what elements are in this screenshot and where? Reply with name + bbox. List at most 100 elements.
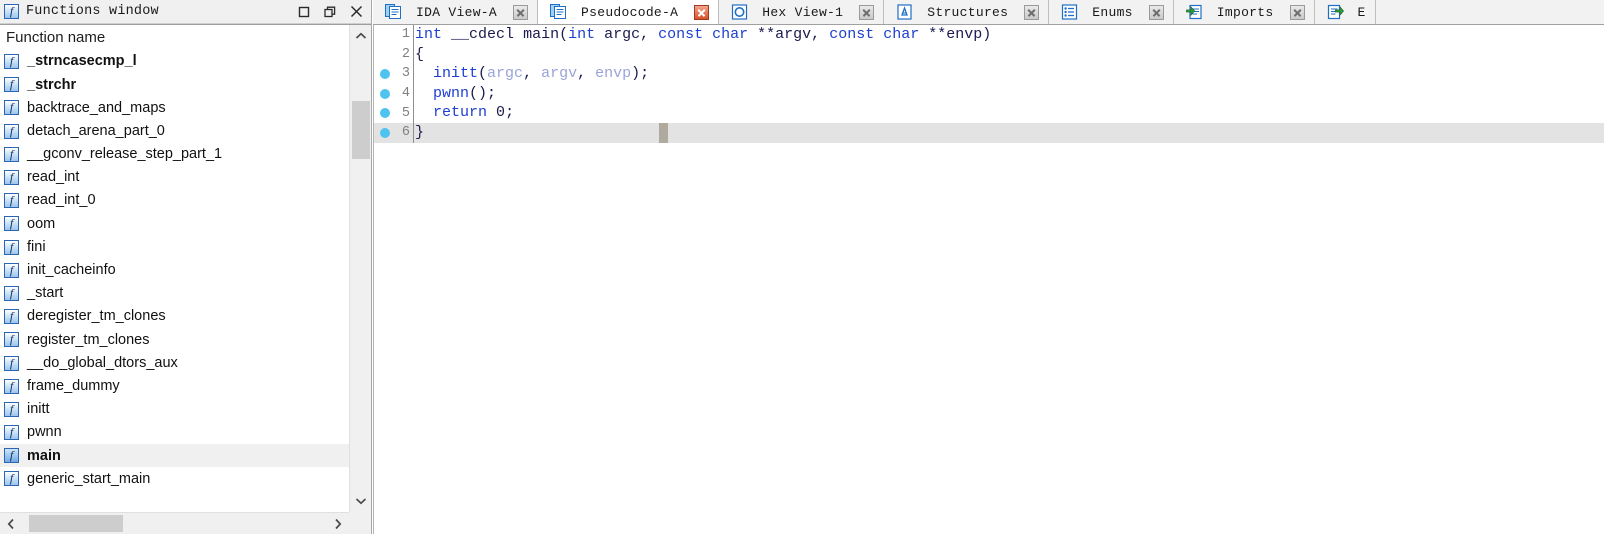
line-gutter[interactable]: 1 bbox=[374, 25, 413, 45]
function-name-label: read_int_0 bbox=[27, 192, 96, 209]
function-list-item[interactable]: f _strchr bbox=[0, 73, 349, 96]
scroll-down-button[interactable] bbox=[350, 490, 372, 512]
function-list-item[interactable]: f backtrace_and_maps bbox=[0, 96, 349, 119]
view-tab[interactable]: IDA View-A bbox=[373, 0, 539, 24]
code-token: int bbox=[415, 26, 443, 43]
function-list-item[interactable]: f __gconv_release_step_part_1 bbox=[0, 143, 349, 166]
functions-window: f Functions window Function name f _strn… bbox=[0, 0, 372, 534]
function-f-icon: f bbox=[4, 54, 20, 70]
code-token: pwnn bbox=[433, 84, 470, 102]
scroll-right-button[interactable] bbox=[327, 513, 349, 534]
function-list-item[interactable]: f oom bbox=[0, 212, 349, 235]
line-gutter[interactable]: 4 bbox=[374, 84, 413, 104]
functions-horizontal-scrollbar[interactable] bbox=[0, 512, 349, 534]
right-pane: IDA View-A Pseudocode-A Hex View-1 Structur… bbox=[373, 0, 1604, 534]
view-tab[interactable]: Imports bbox=[1173, 0, 1315, 24]
function-list-item[interactable]: f fini bbox=[0, 236, 349, 259]
breakpoint-dot-icon[interactable] bbox=[380, 69, 390, 80]
structures-icon bbox=[896, 4, 913, 20]
function-list-item[interactable]: f _strncasecmp_l bbox=[0, 50, 349, 73]
code-text[interactable]: return 0; bbox=[414, 103, 1604, 123]
functions-column-header[interactable]: Function name bbox=[0, 25, 349, 50]
code-text[interactable]: initt(argc, argv, envp); bbox=[414, 64, 1604, 84]
code-text[interactable]: int __cdecl main(int argc, const char **… bbox=[414, 25, 1604, 45]
view-tab[interactable]: E bbox=[1314, 0, 1376, 24]
code-line[interactable]: 4 pwnn(); bbox=[374, 83, 1604, 104]
restore-button[interactable] bbox=[317, 1, 343, 23]
view-tab-strip[interactable]: IDA View-A Pseudocode-A Hex View-1 Structur… bbox=[373, 0, 1604, 25]
code-line[interactable]: 1 int __cdecl main(int argc, const char *… bbox=[374, 25, 1604, 45]
maximize-icon bbox=[298, 6, 310, 18]
line-gutter[interactable]: 2 bbox=[374, 45, 413, 65]
view-tab[interactable]: Pseudocode-A bbox=[538, 0, 720, 24]
code-token: } bbox=[415, 123, 425, 141]
view-tab[interactable]: Enums bbox=[1049, 0, 1174, 24]
function-list-item[interactable]: f read_int_0 bbox=[0, 189, 349, 212]
functions-list[interactable]: f _strncasecmp_l f _strchr f backtrace_and_ma… bbox=[0, 50, 349, 491]
function-list-item[interactable]: f main bbox=[0, 444, 349, 468]
view-tab[interactable]: Hex View-1 bbox=[719, 0, 885, 24]
function-list-item[interactable]: f __do_global_dtors_aux bbox=[0, 351, 349, 374]
functions-list-viewport[interactable]: Function name f _strncasecmp_l f _strchr f ba… bbox=[0, 25, 349, 512]
breakpoint-dot-icon[interactable] bbox=[380, 108, 390, 119]
function-name-label: fini bbox=[27, 238, 46, 255]
function-name-label: detach_arena_part_0 bbox=[27, 122, 165, 139]
window-controls bbox=[291, 0, 369, 23]
function-list-item[interactable]: f pwnn bbox=[0, 421, 349, 444]
function-list-item[interactable]: f frame_dummy bbox=[0, 375, 349, 398]
function-list-item[interactable]: f generic_start_main bbox=[0, 467, 349, 490]
scroll-up-button[interactable] bbox=[350, 25, 372, 47]
line-gutter[interactable]: 3 bbox=[374, 64, 413, 84]
function-name-label: frame_dummy bbox=[27, 377, 120, 394]
tab-close-icon[interactable] bbox=[1289, 4, 1305, 20]
function-name-label: __do_global_dtors_aux bbox=[27, 354, 178, 371]
code-line[interactable]: 3 initt(argc, argv, envp); bbox=[374, 64, 1604, 84]
tab-close-icon[interactable] bbox=[694, 4, 710, 20]
code-line[interactable]: 5 return 0; bbox=[374, 103, 1604, 123]
function-list-item[interactable]: f read_int bbox=[0, 166, 349, 189]
horizontal-scrollbar-thumb[interactable] bbox=[28, 515, 124, 532]
code-token: char bbox=[712, 26, 749, 43]
function-list-item[interactable]: f initt bbox=[0, 398, 349, 421]
tab-close-icon[interactable] bbox=[513, 4, 529, 20]
function-list-item[interactable]: f deregister_tm_clones bbox=[0, 305, 349, 328]
functions-vertical-scrollbar[interactable] bbox=[349, 25, 371, 512]
vertical-scrollbar-thumb[interactable] bbox=[352, 100, 370, 159]
view-tab[interactable]: Structures bbox=[884, 0, 1050, 24]
code-token: const bbox=[829, 26, 875, 43]
breakpoint-dot-icon[interactable] bbox=[380, 88, 390, 99]
code-text[interactable]: { bbox=[414, 45, 1604, 65]
code-line[interactable]: 6} bbox=[374, 122, 1604, 143]
function-f-icon: f bbox=[4, 262, 20, 278]
breakpoint-dot-icon[interactable] bbox=[380, 127, 390, 138]
text-caret bbox=[659, 122, 668, 143]
maximize-button[interactable] bbox=[291, 1, 317, 23]
function-f-icon: f bbox=[4, 448, 20, 464]
code-token: (); bbox=[469, 84, 497, 102]
line-gutter[interactable]: 5 bbox=[374, 103, 413, 123]
tab-close-icon[interactable] bbox=[1024, 4, 1040, 20]
function-f-icon: f bbox=[4, 471, 20, 487]
code-text[interactable]: pwnn(); bbox=[414, 84, 1604, 104]
code-line[interactable]: 2{ bbox=[374, 44, 1604, 65]
function-name-label: oom bbox=[27, 215, 56, 232]
tab-close-icon[interactable] bbox=[1148, 4, 1164, 20]
code-token: const bbox=[658, 26, 704, 43]
close-button[interactable] bbox=[343, 1, 369, 23]
scroll-left-button[interactable] bbox=[0, 513, 22, 534]
function-list-item[interactable]: f init_cacheinfo bbox=[0, 259, 349, 282]
tab-close-icon[interactable] bbox=[859, 4, 875, 20]
line-gutter[interactable]: 6 bbox=[374, 123, 413, 143]
function-list-item[interactable]: f _start bbox=[0, 282, 349, 305]
function-list-item[interactable]: f register_tm_clones bbox=[0, 328, 349, 351]
function-list-item[interactable]: f detach_arena_part_0 bbox=[0, 120, 349, 143]
code-token: ; bbox=[505, 104, 515, 122]
scrollbar-corner bbox=[349, 512, 371, 534]
pseudocode-editor[interactable]: 1 int __cdecl main(int argc, const char *… bbox=[373, 25, 1604, 534]
code-text[interactable]: } bbox=[414, 123, 1604, 143]
code-token: char bbox=[883, 26, 920, 43]
code-token: envp bbox=[595, 65, 632, 83]
view-tab-label: Enums bbox=[1092, 4, 1133, 20]
chevron-up-icon bbox=[355, 32, 367, 40]
line-number: 2 bbox=[401, 46, 410, 62]
